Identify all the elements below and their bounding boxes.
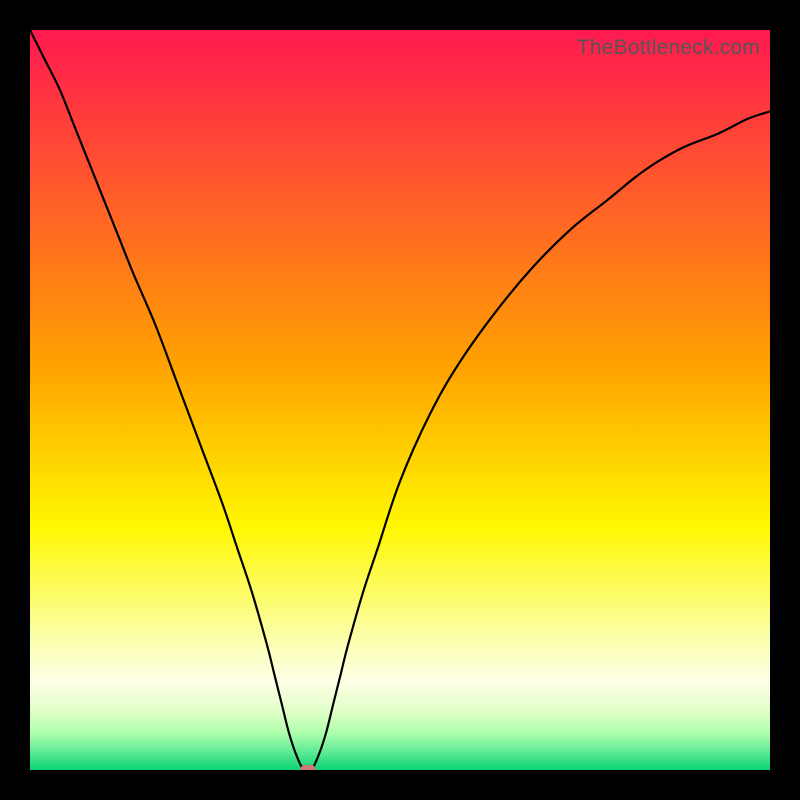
minimum-marker: [300, 765, 316, 770]
chart-frame: TheBottleneck.com: [0, 0, 800, 800]
plot-area: TheBottleneck.com: [30, 30, 770, 770]
bottleneck-curve: [30, 30, 770, 770]
